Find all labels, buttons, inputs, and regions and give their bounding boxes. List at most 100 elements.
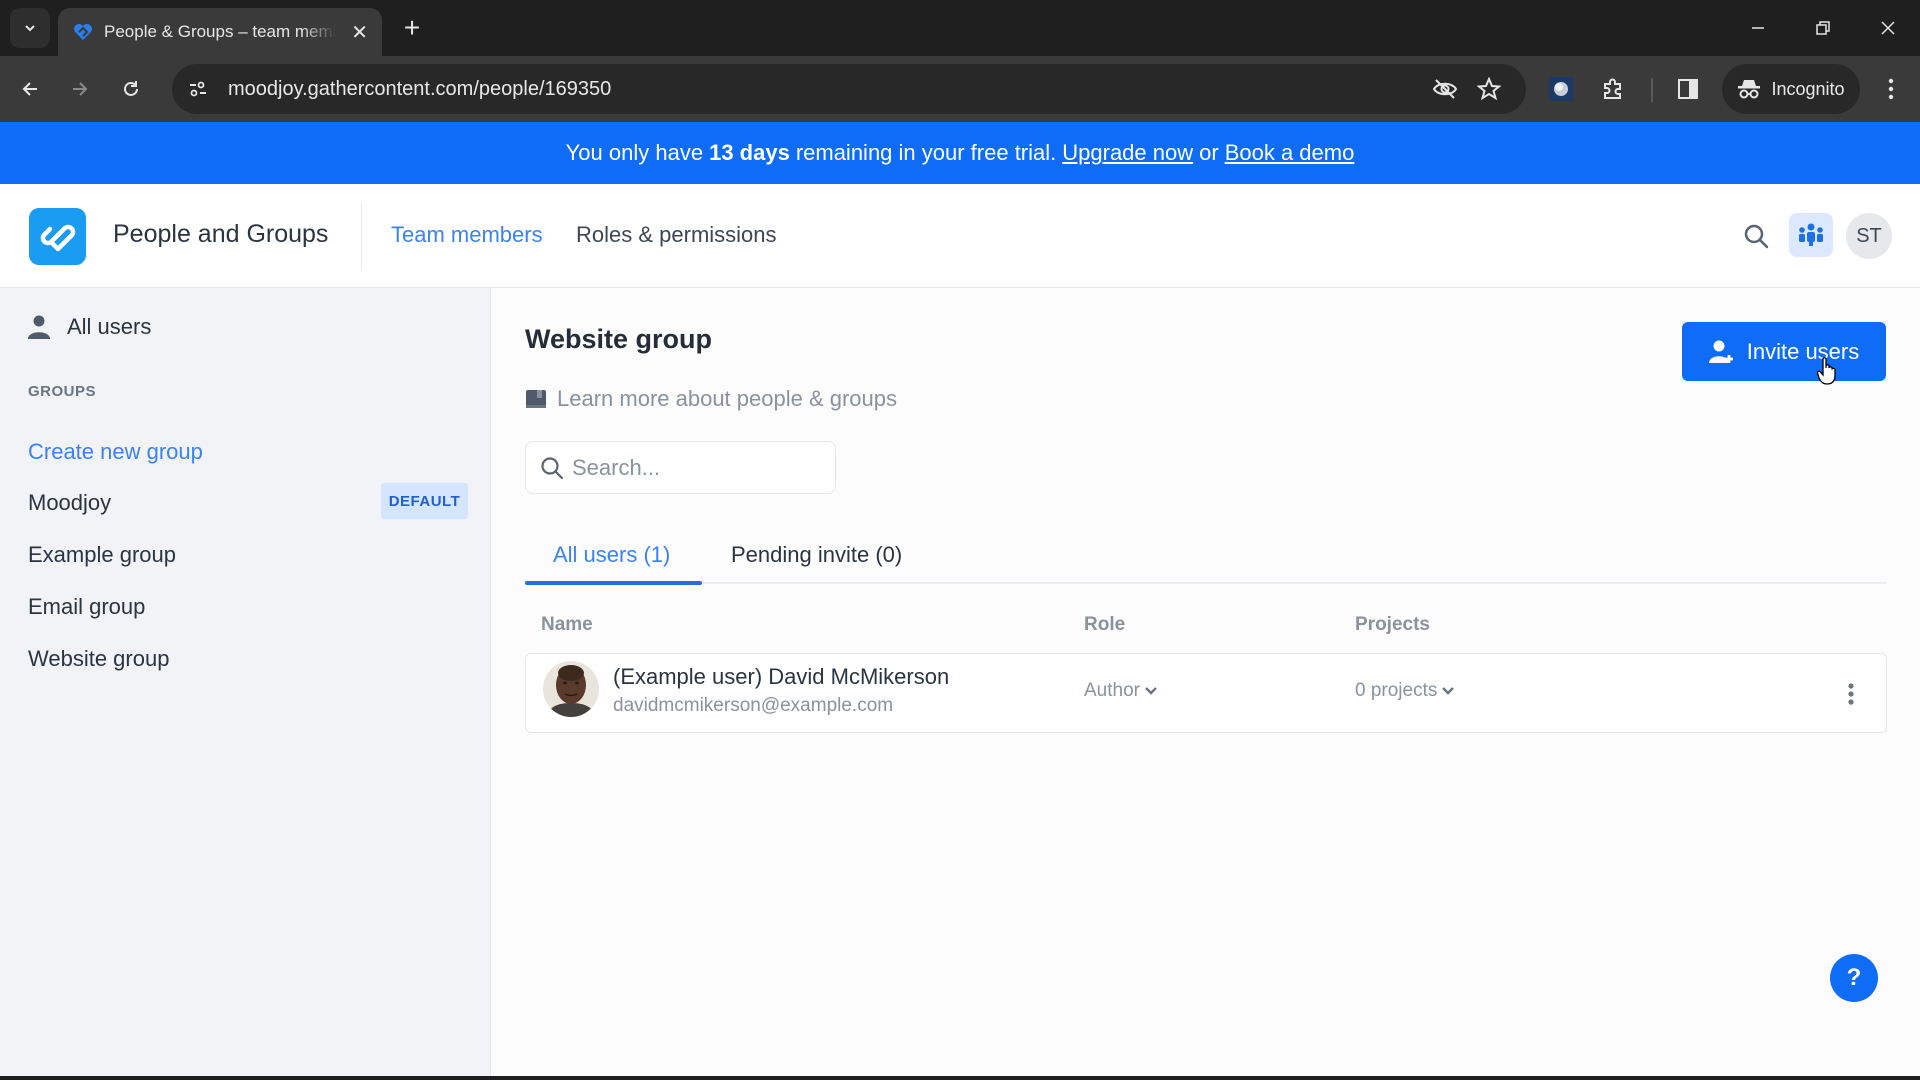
app-logo[interactable] <box>29 208 86 265</box>
nav-roles-permissions[interactable]: Roles & permissions <box>576 222 777 248</box>
minimize-button[interactable] <box>1738 10 1778 46</box>
learn-more-link[interactable]: Learn more about people & groups <box>525 386 897 412</box>
active-tab-indicator <box>525 581 702 585</box>
sidebar-item-label: All users <box>67 314 152 339</box>
back-button[interactable] <box>10 69 50 109</box>
add-user-icon <box>1708 340 1733 363</box>
invite-users-label: Invite users <box>1746 338 1860 364</box>
column-header-role: Role <box>1084 614 1126 635</box>
row-actions-button[interactable] <box>1836 674 1866 714</box>
incognito-indicator[interactable]: Incognito <box>1722 64 1860 114</box>
help-button[interactable]: ? <box>1830 954 1878 1002</box>
projects-value: 0 projects <box>1355 680 1438 701</box>
role-value: Author <box>1084 680 1140 701</box>
restore-icon <box>1816 21 1830 35</box>
kebab-icon <box>1848 683 1854 705</box>
column-header-projects: Projects <box>1355 614 1430 635</box>
sidebar-item-example-group[interactable]: Example group <box>28 542 176 568</box>
side-panel-button[interactable] <box>1671 72 1705 106</box>
projects-dropdown[interactable]: 0 projects <box>1355 680 1455 702</box>
new-tab-button[interactable]: + <box>396 12 428 44</box>
extensions-menu-button[interactable] <box>1596 72 1630 106</box>
extension-button[interactable] <box>1544 72 1578 106</box>
sidebar: All users GROUPS Create new group Moodjo… <box>0 288 491 1080</box>
chevron-down-icon <box>25 25 35 32</box>
user-search-input[interactable] <box>572 454 822 481</box>
tab-list-button[interactable] <box>10 8 50 48</box>
user-email: davidmcmikerson@example.com <box>613 695 894 716</box>
create-new-group-link[interactable]: Create new group <box>28 439 203 465</box>
people-group-icon <box>1799 223 1823 246</box>
default-badge: DEFAULT <box>381 483 468 519</box>
browser-toolbar: moodjoy.gathercontent.com/people/169350 … <box>0 56 1920 122</box>
sidebar-item-email-group[interactable]: Email group <box>28 594 145 620</box>
arrow-left-icon <box>22 82 37 96</box>
plus-icon: + <box>403 12 421 43</box>
table-row[interactable]: (Example user) David McMikerson davidmcm… <box>525 653 1887 733</box>
user-search-field[interactable] <box>525 441 836 494</box>
tracking-protection-button[interactable] <box>1430 74 1460 104</box>
header-divider <box>361 204 362 270</box>
close-icon <box>1881 21 1895 35</box>
user-avatar[interactable]: ST <box>1846 213 1892 259</box>
page-title: Website group <box>525 324 713 354</box>
sidebar-item-all-users[interactable]: All users <box>27 314 151 340</box>
people-groups-button[interactable] <box>1789 213 1833 257</box>
eye-off-icon <box>1432 79 1458 99</box>
browser-menu-button[interactable] <box>1876 74 1906 104</box>
chevron-down-icon <box>1442 687 1455 695</box>
arrow-right-icon <box>73 82 88 96</box>
close-icon[interactable]: ✕ <box>351 20 368 45</box>
reload-icon <box>124 81 138 96</box>
site-info-button[interactable] <box>178 69 218 109</box>
upgrade-now-link[interactable]: Upgrade now <box>1062 140 1193 166</box>
banner-days: 13 days <box>709 140 790 165</box>
column-header-name: Name <box>541 614 593 635</box>
banner-prefix: You only have <box>565 140 704 165</box>
chevron-down-icon <box>1145 687 1157 695</box>
user-name: (Example user) David McMikerson <box>613 664 950 689</box>
forward-button[interactable] <box>60 69 100 109</box>
side-panel-icon <box>1678 79 1698 99</box>
kebab-icon <box>1888 78 1894 100</box>
puzzle-icon <box>1604 78 1621 99</box>
os-taskbar-edge <box>0 1076 1920 1080</box>
tab-title: People & Groups – team memb <box>104 22 336 41</box>
learn-more-label: Learn more about people & groups <box>557 386 898 411</box>
bookmark-button[interactable] <box>1474 74 1504 104</box>
gathercontent-logo-icon <box>40 224 75 251</box>
user-icon <box>28 315 50 339</box>
invite-users-button[interactable]: Invite users <box>1682 322 1886 381</box>
user-photo <box>543 661 599 717</box>
header-search-button[interactable] <box>1738 218 1774 254</box>
book-demo-link[interactable]: Book a demo <box>1225 140 1355 166</box>
star-icon <box>1477 77 1501 101</box>
search-icon <box>541 456 564 479</box>
user-tabs: All users (1) Pending invite (0) <box>525 526 1887 585</box>
incognito-icon <box>1738 80 1761 99</box>
book-icon <box>526 390 546 408</box>
minimize-icon <box>1752 27 1764 29</box>
main-content: Website group Learn more about people & … <box>492 288 1920 1080</box>
browser-tabstrip: People & Groups – team memb ✕ + <box>0 0 1920 56</box>
search-icon <box>1744 224 1769 249</box>
tab-pending-invite[interactable]: Pending invite (0) <box>731 526 902 584</box>
toolbar-divider <box>1651 78 1653 102</box>
browser-tab-active[interactable]: People & Groups – team memb ✕ <box>58 8 382 56</box>
gathercontent-logo-icon <box>74 24 92 40</box>
address-bar[interactable]: moodjoy.gathercontent.com/people/169350 <box>172 64 1526 114</box>
reload-button[interactable] <box>111 69 151 109</box>
trial-banner: You only have 13 days remaining in your … <box>0 122 1920 184</box>
tune-icon <box>190 81 206 97</box>
incognito-label: Incognito <box>1771 78 1845 99</box>
tab-all-users[interactable]: All users (1) <box>553 526 670 584</box>
sidebar-item-moodjoy[interactable]: Moodjoy <box>28 490 111 516</box>
restore-button[interactable] <box>1803 10 1843 46</box>
url-text[interactable]: moodjoy.gathercontent.com/people/169350 <box>228 78 611 101</box>
groups-heading: GROUPS <box>28 383 97 400</box>
close-window-button[interactable] <box>1868 10 1908 46</box>
nav-team-members[interactable]: Team members <box>391 222 543 248</box>
app-header: People and Groups Team members Roles & p… <box>0 184 1920 288</box>
role-dropdown[interactable]: Author <box>1084 680 1158 702</box>
sidebar-item-website-group[interactable]: Website group <box>28 646 169 672</box>
